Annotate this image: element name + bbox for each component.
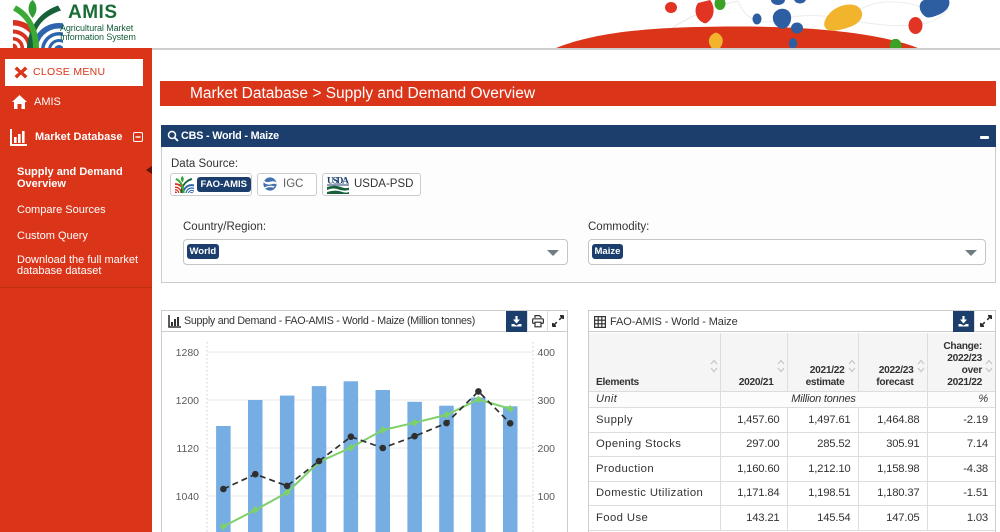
- svg-text:200: 200: [538, 443, 556, 455]
- svg-text:1120: 1120: [176, 443, 199, 455]
- svg-text:1280: 1280: [176, 347, 200, 359]
- svg-text:1200: 1200: [176, 395, 200, 407]
- svg-text:1040: 1040: [176, 491, 200, 503]
- svg-text:300: 300: [538, 395, 556, 407]
- svg-text:400: 400: [538, 347, 556, 359]
- svg-text:100: 100: [538, 491, 556, 503]
